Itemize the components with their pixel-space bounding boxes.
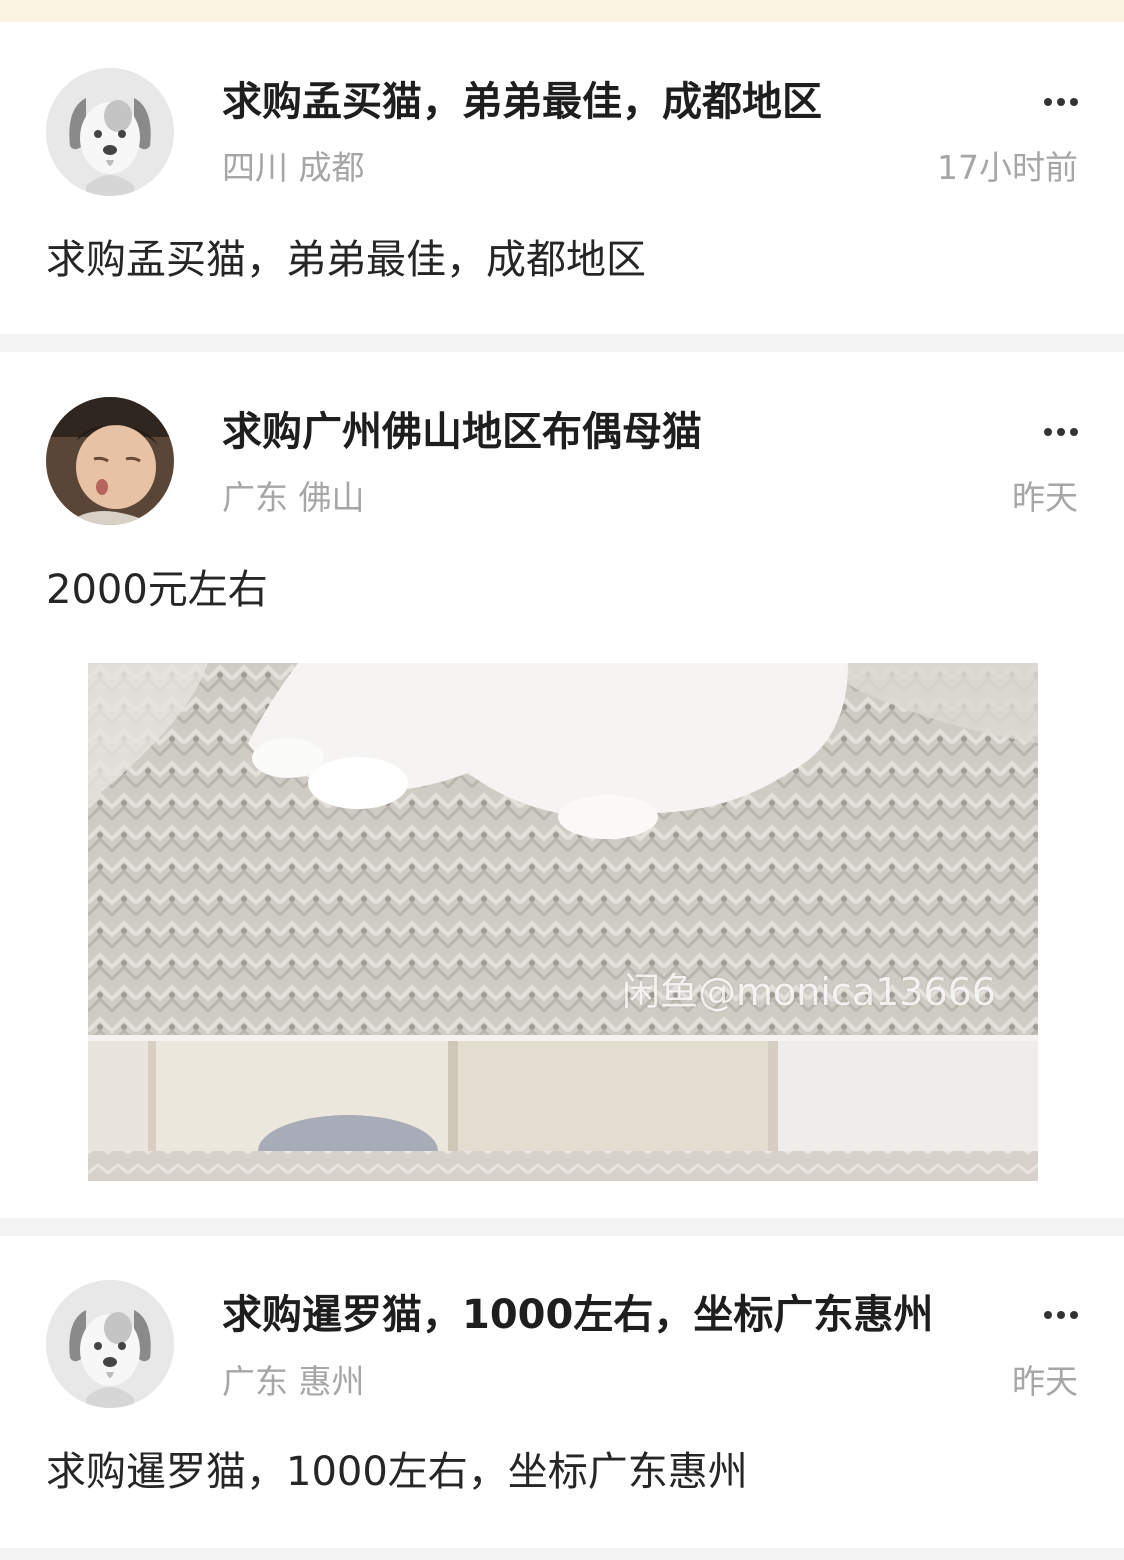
post-time: 昨天 [1012, 478, 1078, 517]
post-card[interactable]: 求购广州佛山地区布偶母猫 广东 佛山 昨天 2000元左右 闲鱼@monica1… [0, 352, 1124, 1218]
post-location: 广东 佛山 [222, 478, 365, 517]
more-dots-icon[interactable] [1044, 1310, 1078, 1320]
post-image[interactable]: 闲鱼@monica13666 [88, 663, 1038, 1181]
post-title[interactable]: 求购暹罗猫，1000左右，坐标广东惠州 [222, 1291, 933, 1339]
cat-on-blanket-image [88, 663, 1038, 1181]
dog-icon [46, 68, 174, 196]
top-banner-strip [0, 0, 1124, 22]
image-watermark: 闲鱼@monica13666 [622, 970, 996, 1014]
post-body[interactable]: 求购暹罗猫，1000左右，坐标广东惠州 [46, 1448, 748, 1496]
dog-icon [46, 1280, 174, 1408]
person-photo-icon [46, 397, 174, 525]
post-time: 昨天 [1012, 1362, 1078, 1401]
more-dots-icon[interactable] [1044, 97, 1078, 107]
post-card[interactable]: 求购暹罗猫，1000左右，坐标广东惠州 广东 惠州 昨天 求购暹罗猫，1000左… [0, 1236, 1124, 1548]
post-body[interactable]: 2000元左右 [46, 566, 268, 614]
post-time: 17小时前 [937, 148, 1078, 187]
more-dots-icon[interactable] [1044, 427, 1078, 437]
dog-placeholder-avatar[interactable] [46, 1280, 174, 1408]
dog-placeholder-avatar[interactable] [46, 68, 174, 196]
child-photo-avatar[interactable] [46, 397, 174, 525]
post-title[interactable]: 求购孟买猫，弟弟最佳，成都地区 [222, 78, 822, 126]
post-title[interactable]: 求购广州佛山地区布偶母猫 [222, 408, 702, 456]
post-location: 四川 成都 [222, 148, 365, 187]
post-body[interactable]: 求购孟买猫，弟弟最佳，成都地区 [46, 236, 646, 284]
post-card[interactable]: 求购孟买猫，弟弟最佳，成都地区 四川 成都 17小时前 求购孟买猫，弟弟最佳，成… [0, 22, 1124, 334]
post-location: 广东 惠州 [222, 1362, 365, 1401]
